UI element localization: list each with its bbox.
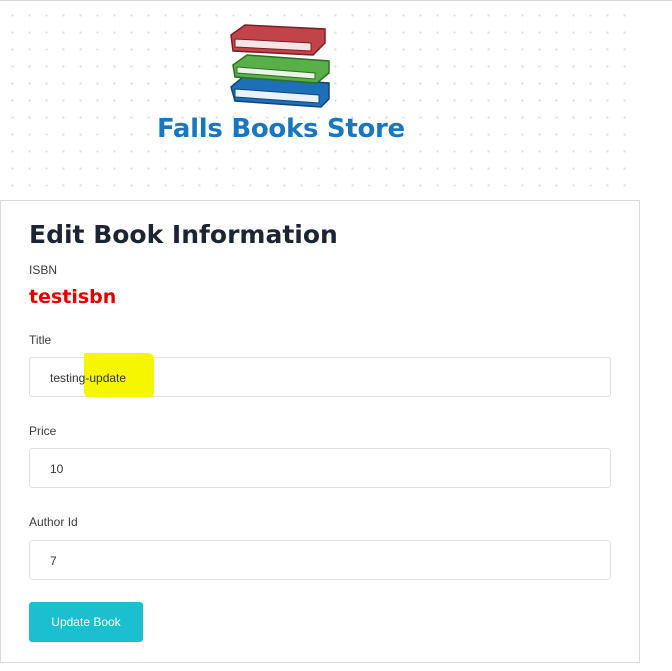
page: Falls Books Store Edit Book Information … <box>0 0 672 671</box>
store-logo: Falls Books Store <box>155 21 415 161</box>
header-banner: Falls Books Store <box>0 1 640 200</box>
title-input-value: testing-update <box>50 371 127 385</box>
isbn-value: testisbn <box>29 286 117 308</box>
form-title: Edit Book Information <box>29 220 338 249</box>
title-label: Title <box>29 333 52 347</box>
update-book-button[interactable]: Update Book <box>29 602 143 642</box>
author-id-input-value: 7 <box>50 554 57 568</box>
price-label: Price <box>29 424 57 438</box>
title-input[interactable]: testing-update <box>29 353 611 397</box>
price-input-value: 10 <box>50 462 64 476</box>
isbn-label: ISBN <box>29 263 58 277</box>
price-input[interactable]: 10 <box>29 448 611 488</box>
store-name: Falls Books Store <box>157 114 405 144</box>
edit-book-form: Edit Book Information ISBN testisbn Titl… <box>0 200 640 663</box>
stack-of-books-icon <box>230 24 330 108</box>
author-id-label: Author Id <box>29 515 78 529</box>
author-id-input[interactable]: 7 <box>29 540 611 580</box>
